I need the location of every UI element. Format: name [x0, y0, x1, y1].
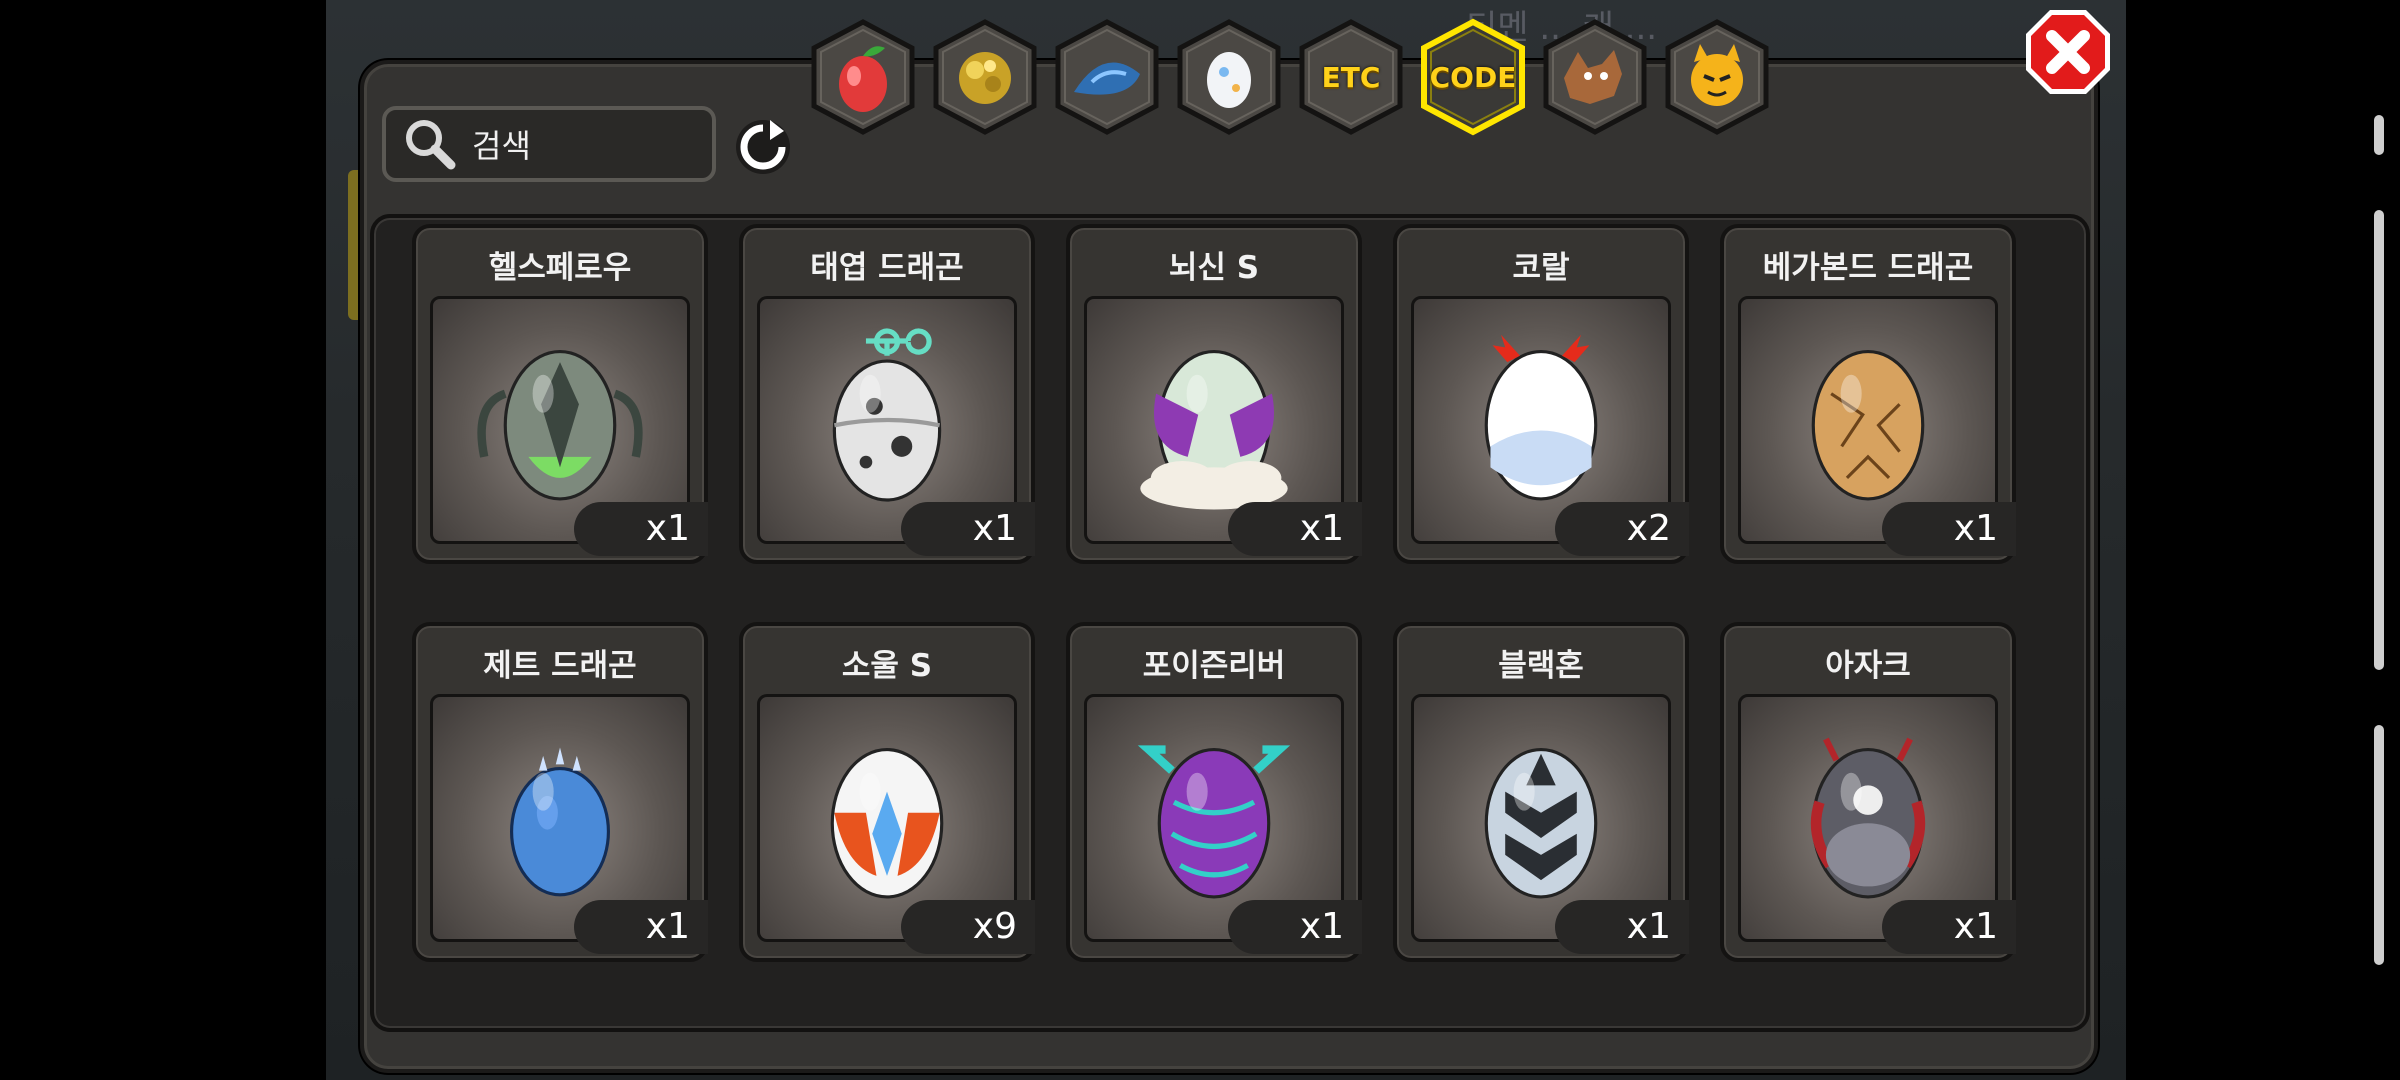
item-name: 뇌신 S — [1168, 250, 1260, 286]
item-quantity: x1 — [1882, 502, 2016, 556]
item-quantity: x1 — [1228, 502, 1362, 556]
scroll-segment[interactable] — [2374, 725, 2384, 965]
item-name: 포이즌리버 — [1142, 648, 1286, 684]
thunder-egg-icon — [1140, 350, 1288, 510]
yellow-face-icon — [1665, 19, 1769, 135]
item-quantity: x1 — [1555, 900, 1689, 954]
item-card[interactable]: 제트 드래곤 x1 — [412, 622, 708, 962]
tab-face[interactable] — [1662, 18, 1772, 136]
item-quantity: x2 — [1555, 502, 1689, 556]
scroll-segment[interactable] — [2374, 115, 2384, 155]
item-card[interactable]: 블랙혼 x1 — [1393, 622, 1689, 962]
item-card[interactable]: 포이즌리버 x1 — [1066, 622, 1362, 962]
item-name: 블랙혼 — [1498, 648, 1584, 684]
item-card[interactable]: 태엽 드래곤 x1 — [739, 224, 1035, 564]
search-field[interactable]: 검색 — [382, 106, 716, 182]
red-fruit-icon — [811, 19, 915, 135]
tab-fruit[interactable] — [808, 18, 918, 136]
jet-egg-icon — [510, 747, 610, 897]
item-name: 베가본드 드래곤 — [1762, 250, 1974, 286]
item-quantity: x1 — [574, 900, 708, 954]
tab-code[interactable]: CODE — [1418, 18, 1528, 136]
item-quantity: x9 — [901, 900, 1035, 954]
soul-egg-icon — [830, 748, 944, 899]
item-name: 제트 드래곤 — [483, 648, 637, 684]
item-quantity: x1 — [901, 502, 1035, 556]
item-quantity: x1 — [1228, 900, 1362, 954]
item-quantity: x1 — [574, 502, 708, 556]
tab-etc[interactable]: ETC — [1296, 18, 1406, 136]
blackhorn-egg-icon — [1484, 748, 1598, 899]
tab-egg[interactable] — [1174, 18, 1284, 136]
item-card[interactable]: 헬스페로우 x1 — [412, 224, 708, 564]
tab-beast[interactable] — [1540, 18, 1650, 136]
item-card[interactable]: 뇌신 S x1 — [1066, 224, 1362, 564]
item-name: 헬스페로우 — [488, 250, 632, 286]
page-scrollbar[interactable] — [2370, 115, 2388, 965]
clockwork-egg-icon — [832, 328, 942, 502]
item-name: 코랄 — [1512, 250, 1570, 286]
tab-label: CODE — [1429, 60, 1517, 94]
azak-egg-icon — [1810, 737, 1926, 899]
close-icon[interactable] — [2022, 6, 2114, 98]
item-card[interactable]: 소울 S x9 — [739, 622, 1035, 962]
item-quantity: x1 — [1882, 900, 2016, 954]
coral-egg-icon — [1484, 334, 1598, 501]
search-icon — [406, 120, 456, 170]
item-name: 태엽 드래곤 — [810, 250, 964, 286]
tab-scale[interactable] — [1052, 18, 1162, 136]
item-card[interactable]: 코랄 x2 — [1393, 224, 1689, 564]
item-card[interactable]: 아자크 x1 — [1720, 622, 2016, 962]
poison-egg-icon — [1137, 745, 1291, 899]
search-input[interactable]: 검색 — [472, 121, 531, 167]
tab-gold[interactable] — [930, 18, 1040, 136]
gold-ore-icon — [933, 19, 1037, 135]
blue-scale-icon — [1055, 19, 1159, 135]
brown-beast-icon — [1543, 19, 1647, 135]
item-name: 아자크 — [1825, 648, 1911, 684]
vagabond-egg-icon — [1811, 350, 1925, 501]
item-name: 소울 S — [841, 648, 933, 684]
egg-icon — [1177, 19, 1281, 135]
item-card[interactable]: 베가본드 드래곤 x1 — [1720, 224, 2016, 564]
hellsparrow-egg-icon — [477, 350, 643, 501]
tab-label: ETC — [1321, 60, 1381, 94]
scroll-thumb[interactable] — [2374, 210, 2384, 670]
refresh-icon[interactable] — [734, 118, 792, 176]
